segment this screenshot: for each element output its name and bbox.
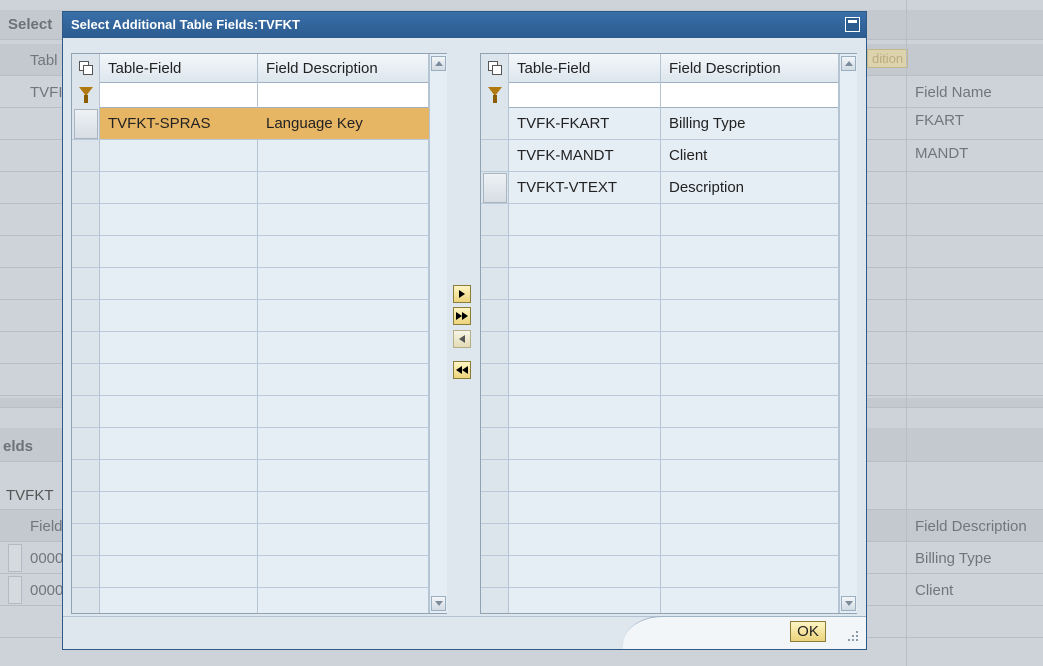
footer-button-area <box>623 616 866 649</box>
selected-fields-table: Table-Field Field Description TVFK-FKART… <box>480 53 857 614</box>
move-all-left-icon <box>462 366 468 374</box>
bg-cell: MANDT <box>915 145 969 162</box>
column-header-table-field[interactable]: Table-Field <box>509 54 590 83</box>
bg-section-title: elds <box>3 438 34 455</box>
bg-row-selector <box>8 576 22 604</box>
filter-icon[interactable] <box>79 87 93 103</box>
table-row[interactable] <box>481 460 856 492</box>
bg-cell: Client <box>915 582 954 599</box>
table-row[interactable] <box>481 140 856 172</box>
column-header-field-description[interactable]: Field Description <box>258 54 378 83</box>
scroll-up-icon[interactable] <box>431 56 446 71</box>
bg-column-header: Field Name <box>915 84 992 101</box>
table-row[interactable] <box>72 172 446 204</box>
bg-row-selector <box>8 544 22 572</box>
scroll-down-icon[interactable] <box>431 596 446 611</box>
table-row[interactable] <box>72 268 446 300</box>
restore-window-icon[interactable] <box>845 17 860 32</box>
table-row[interactable] <box>72 492 446 524</box>
move-right-button[interactable] <box>453 285 471 303</box>
table-row[interactable] <box>481 172 856 204</box>
table-row[interactable] <box>72 204 446 236</box>
scroll-up-icon[interactable] <box>841 56 856 71</box>
select-fields-dialog: Select Additional Table Fields:TVFKT Tab… <box>62 11 867 650</box>
move-left-icon <box>459 335 465 343</box>
dialog-title: Select Additional Table Fields:TVFKT <box>71 17 300 32</box>
table-row[interactable] <box>481 236 856 268</box>
table-row[interactable] <box>481 300 856 332</box>
scroll-down-icon[interactable] <box>841 596 856 611</box>
ok-button[interactable]: OK <box>790 621 826 642</box>
bg-lower-right-header: Field Description <box>915 518 1027 535</box>
table-row[interactable] <box>72 140 446 172</box>
table-row[interactable] <box>72 556 446 588</box>
vertical-scrollbar[interactable] <box>429 54 447 613</box>
table-row[interactable] <box>481 332 856 364</box>
table-row[interactable] <box>481 364 856 396</box>
move-right-icon <box>459 290 465 298</box>
table-row[interactable] <box>72 300 446 332</box>
table-row[interactable] <box>481 524 856 556</box>
column-header-field-description[interactable]: Field Description <box>661 54 781 83</box>
bg-table-header-cell: Tabl <box>30 52 58 69</box>
bg-cell: 0000 <box>30 582 64 599</box>
table-row[interactable] <box>72 332 446 364</box>
table-row[interactable] <box>481 204 856 236</box>
filter-icon[interactable] <box>488 87 502 103</box>
dialog-body: Table-Field Field Description TVFKT-SPRA… <box>63 38 866 616</box>
bg-condition-button: dition <box>867 49 909 68</box>
resize-grip-icon[interactable] <box>845 629 860 644</box>
table-row[interactable] <box>72 108 446 140</box>
table-row[interactable] <box>481 108 856 140</box>
move-all-right-icon <box>462 312 468 320</box>
bg-cell: FKART <box>915 112 964 129</box>
table-row[interactable] <box>72 428 446 460</box>
bg-cell: 0000 <box>30 550 64 567</box>
table-row[interactable] <box>481 556 856 588</box>
table-row[interactable] <box>72 524 446 556</box>
table-row[interactable] <box>481 268 856 300</box>
bg-title: Select <box>8 16 53 33</box>
move-all-left-button[interactable] <box>453 361 471 379</box>
table-row[interactable] <box>72 364 446 396</box>
move-left-button[interactable] <box>453 330 471 348</box>
bg-section-tab: TVFKT <box>6 487 54 504</box>
bg-lower-header-cell: Field <box>30 518 63 535</box>
table-row[interactable] <box>481 396 856 428</box>
available-fields-table: Table-Field Field Description TVFKT-SPRA… <box>71 53 447 614</box>
table-row[interactable] <box>72 236 446 268</box>
bg-cell: TVFI <box>30 84 63 101</box>
move-all-right-button[interactable] <box>453 307 471 325</box>
bg-cell: Billing Type <box>915 550 992 567</box>
vertical-scrollbar[interactable] <box>839 54 857 613</box>
bg-divider <box>906 0 907 666</box>
table-row[interactable] <box>481 492 856 524</box>
table-row[interactable] <box>481 428 856 460</box>
column-settings-icon[interactable] <box>79 61 93 75</box>
dialog-title-bar: Select Additional Table Fields:TVFKT <box>63 12 866 38</box>
column-settings-icon[interactable] <box>488 61 502 75</box>
table-row[interactable] <box>72 460 446 492</box>
column-header-table-field[interactable]: Table-Field <box>100 54 181 83</box>
table-row[interactable] <box>72 396 446 428</box>
